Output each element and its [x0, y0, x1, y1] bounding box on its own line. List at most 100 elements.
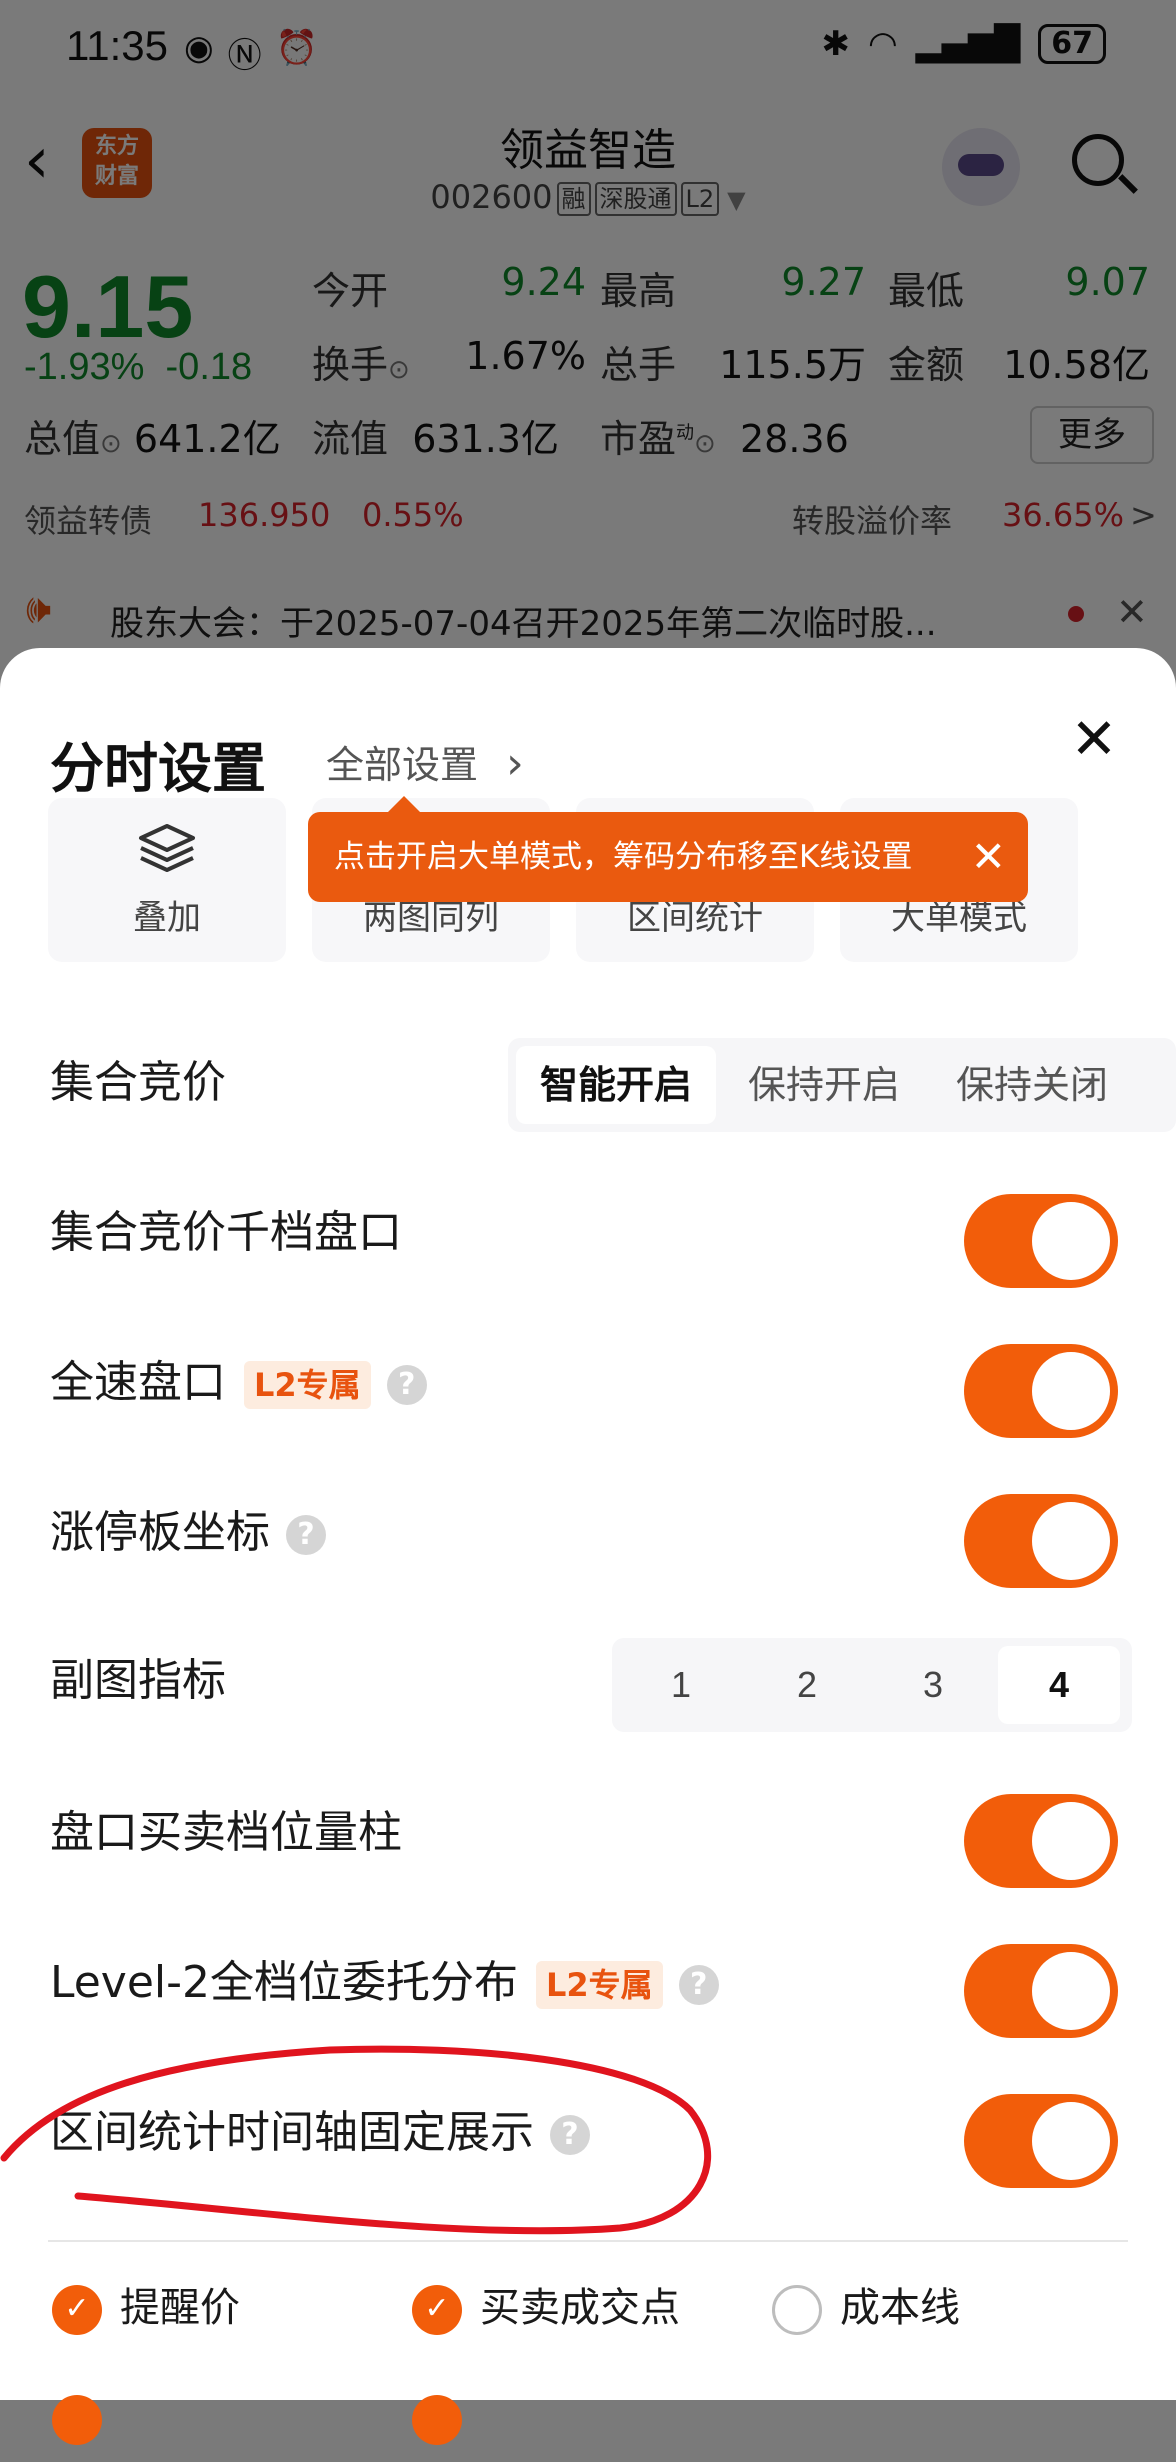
more-button[interactable]: 更多 — [1030, 406, 1154, 464]
row-label: 涨停板坐标? — [50, 1478, 326, 1588]
toggle-knob — [1032, 1952, 1110, 2030]
check-partial-row[interactable] — [412, 2374, 480, 2462]
quote-value: 641.2亿 — [133, 417, 281, 461]
wifi-icon: ◠ — [867, 24, 898, 64]
sub-chart-option-1[interactable]: 1 — [620, 1646, 742, 1724]
tool-overlay[interactable]: 叠加 — [48, 798, 286, 962]
quote-total-value: 总值⊙ 641.2亿 — [24, 408, 281, 463]
unread-dot — [1068, 606, 1084, 622]
close-icon[interactable]: ✕ — [1064, 710, 1124, 770]
sub-chart-option-3[interactable]: 3 — [872, 1646, 994, 1724]
big-order-tooltip[interactable]: 点击开启大单模式，筹码分布移至K线设置 ✕ — [308, 796, 1028, 902]
row-label: 全速盘口 L2专属? — [50, 1328, 427, 1438]
chart-overlay-checkboxes: ✓ 提醒价 ✓ 买卖成交点 成本线 — [48, 2264, 1128, 2445]
check-label: 成本线 — [840, 2285, 960, 2331]
toggle-knob — [1032, 1202, 1110, 1280]
quote-turnover-value: 1.67% — [465, 334, 586, 378]
bond-price: 136.950 — [198, 496, 331, 534]
l2-exclusive-badge: L2专属 — [536, 1961, 663, 2009]
bond-pct: 0.55% — [362, 496, 464, 534]
row-label-text: 区间统计时间轴固定展示 — [50, 2107, 534, 2158]
toggle-switch[interactable] — [964, 2094, 1118, 2188]
check-cost-line[interactable]: 成本线 — [772, 2264, 960, 2352]
row-label-text: 集合竞价千档盘口 — [50, 1207, 402, 1258]
seg-option-keep-off[interactable]: 保持关闭 — [932, 1046, 1132, 1124]
row-label: 集合竞价 — [50, 1057, 226, 1108]
status-time: 11:35 — [66, 22, 168, 69]
check-alert-price[interactable]: ✓ 提醒价 — [52, 2264, 240, 2352]
bond-name: 领益转债 — [24, 502, 153, 540]
status-left-icons: ◉ Ⓝ ⏰ — [184, 28, 318, 77]
badge-l2: L2 — [680, 182, 720, 216]
seg-option-keep-on[interactable]: 保持开启 — [724, 1046, 924, 1124]
quote-low: 最低 — [888, 260, 964, 315]
change-abs: -0.18 — [165, 346, 253, 388]
quote-high: 最高 — [600, 260, 676, 315]
intraday-settings-sheet: 分时设置 全部设置 › ✕ 叠加 两图同列 区间统计 大单模式 点击开启大单模式… — [0, 648, 1176, 2445]
check-partial-row[interactable] — [52, 2374, 120, 2462]
sheet-title: 分时设置 — [50, 737, 266, 800]
toggle-switch[interactable] — [964, 1344, 1118, 1438]
help-icon[interactable]: ? — [386, 1365, 427, 1405]
quote-label: 金额 — [888, 343, 965, 387]
checkbox-checked-icon — [412, 2395, 462, 2445]
toggle-knob — [1032, 1802, 1110, 1880]
checkbox-checked-icon: ✓ — [412, 2285, 462, 2335]
status-bar: 11:35 ◉ Ⓝ ⏰ ✱ ◠ ▂▄▆█ 67 — [0, 0, 1176, 100]
quote-low-value: 9.07 — [1065, 260, 1150, 304]
help-icon[interactable]: ? — [286, 1515, 326, 1555]
sub-chart-option-2[interactable]: 2 — [746, 1646, 868, 1724]
toggle-switch[interactable] — [964, 1494, 1118, 1588]
toggle-switch[interactable] — [964, 1794, 1118, 1888]
row-label-text: 涨停板坐标 — [50, 1507, 270, 1558]
quote-label: 最低 — [888, 269, 965, 313]
chevron-right-icon: › — [506, 738, 524, 789]
quote-panel: 9.15 -1.93% -0.18 今开 9.24 最高 9.27 最低 9.0… — [0, 236, 1176, 476]
toggle-row-full-speed: 全速盘口 L2专属? — [48, 1328, 1128, 1438]
quote-volume-value: 115.5万 — [719, 343, 866, 387]
toggle-switch[interactable] — [964, 1194, 1118, 1288]
all-settings-link[interactable]: 全部设置 › — [326, 734, 524, 789]
status-right-icons: ✱ ◠ ▂▄▆█ 67 — [821, 24, 1106, 64]
sub-chart-option-4[interactable]: 4 — [998, 1646, 1120, 1724]
quote-open: 今开 — [312, 260, 388, 315]
quote-volume: 总手 — [600, 334, 676, 389]
check-label: 提醒价 — [120, 2285, 240, 2331]
info-icon: ⊙ — [388, 355, 410, 385]
quote-label: 换手 — [312, 343, 389, 387]
checkbox-checked-icon — [52, 2395, 102, 2445]
toggle-row-range-axis-fixed: 区间统计时间轴固定展示? — [48, 2078, 1128, 2188]
help-icon[interactable]: ? — [550, 2115, 590, 2155]
quote-label: 最高 — [600, 269, 677, 313]
toggle-row-auction-depth: 集合竞价千档盘口 — [48, 1178, 1128, 1288]
sub-chart-row: 副图指标 1 2 3 4 — [48, 1626, 1132, 1736]
signal-4g-icon: ▂▄▆█ — [915, 24, 1021, 64]
check-trade-points[interactable]: ✓ 买卖成交点 — [412, 2264, 680, 2352]
badge-connect: 深股通 — [594, 182, 677, 216]
search-icon[interactable] — [1072, 134, 1124, 186]
close-icon[interactable]: ✕ — [971, 812, 1006, 902]
toggle-switch[interactable] — [964, 1944, 1118, 2038]
quote-label: 流值 — [312, 417, 389, 461]
toggle-row-depth-bars: 盘口买卖档位量柱 — [48, 1778, 1128, 1888]
notice-bar[interactable]: 🕪 股东大会：于2025-07-04召开2025年第二次临时股... ✕ — [0, 584, 1176, 654]
assistant-avatar[interactable] — [942, 128, 1020, 206]
change-pct: -1.93% — [24, 346, 145, 388]
row-label-text: 全速盘口 — [50, 1357, 226, 1408]
speaker-icon: 🕪 — [26, 586, 52, 632]
stock-detail-page: 11:35 ◉ Ⓝ ⏰ ✱ ◠ ▂▄▆█ 67 ‹ 东方 财富 领益智造 002… — [0, 0, 1176, 700]
quote-float-value: 流值 631.3亿 — [312, 408, 559, 463]
quote-amount-value: 10.58亿 — [1003, 343, 1150, 387]
row-label: 盘口买卖档位量柱 — [50, 1778, 402, 1888]
seg-option-smart[interactable]: 智能开启 — [516, 1046, 716, 1124]
all-settings-label: 全部设置 — [326, 743, 479, 787]
quote-amount: 金额 — [888, 334, 964, 389]
help-icon[interactable]: ? — [678, 1965, 719, 2005]
toggle-knob — [1032, 2102, 1110, 2180]
convertible-bond-row[interactable]: 领益转债 136.950 0.55% 转股溢价率 36.65% > — [0, 496, 1176, 556]
auction-segmented-control: 智能开启 保持开启 保持关闭 — [508, 1038, 1176, 1132]
toggle-row-limit-axis: 涨停板坐标? — [48, 1478, 1128, 1588]
check-label: 买卖成交点 — [480, 2285, 680, 2331]
bluetooth-icon: ✱ — [821, 24, 850, 64]
close-icon[interactable]: ✕ — [1116, 590, 1148, 634]
